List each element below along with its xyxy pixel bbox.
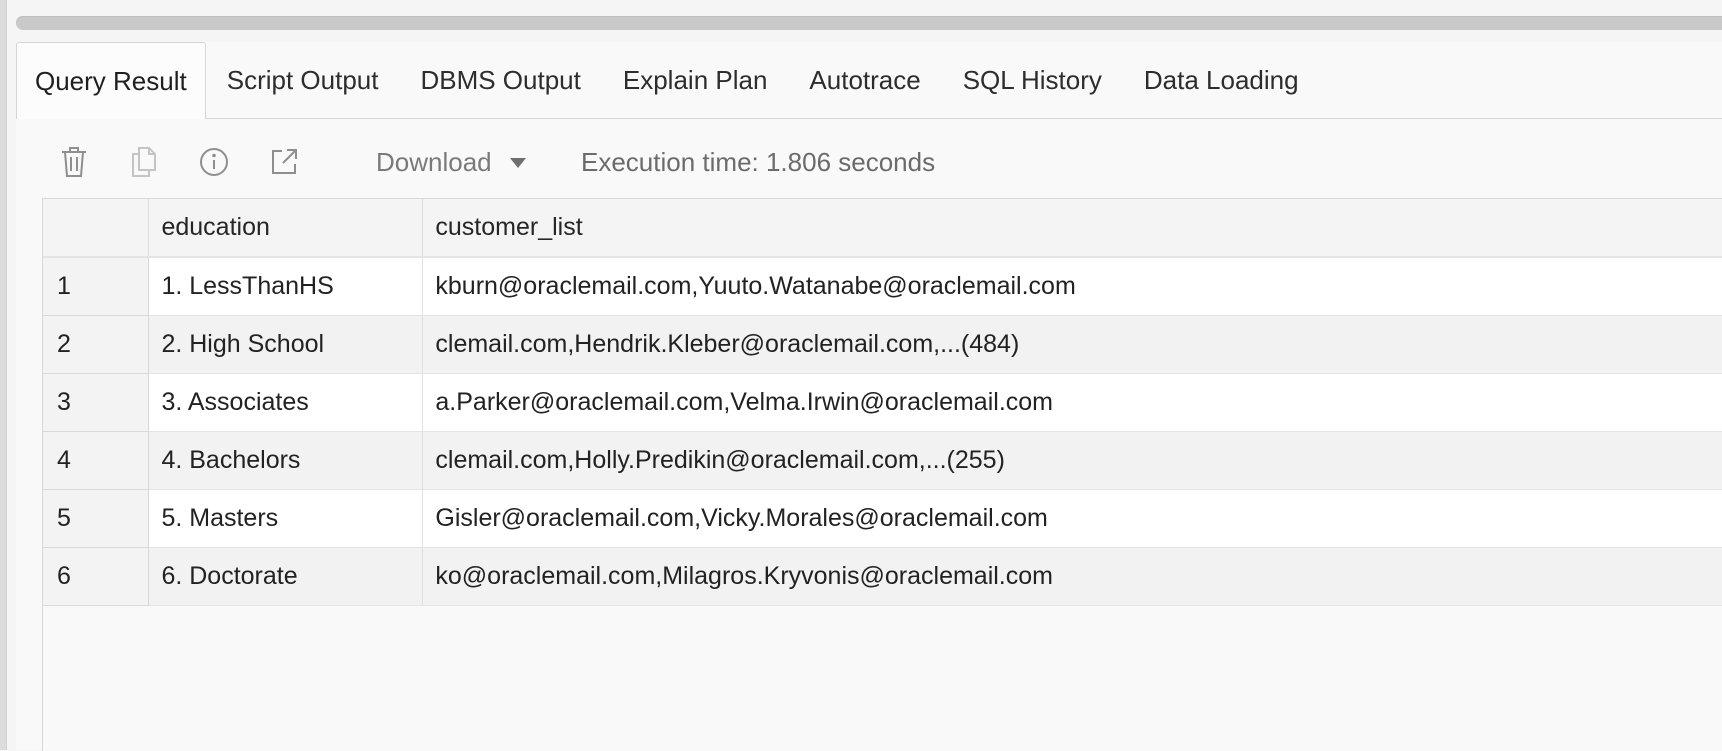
- customer-list-cell[interactable]: clemail.com,Hendrik.Kleber@oraclemail.co…: [422, 315, 1722, 374]
- row-number: 2: [43, 315, 150, 374]
- table-row[interactable]: 4 4. Bachelors clemail.com,Holly.Prediki…: [43, 431, 1722, 490]
- copy-icon: [122, 140, 166, 184]
- tab-data-loading[interactable]: Data Loading: [1123, 42, 1320, 118]
- row-number: 5: [43, 489, 150, 548]
- caret-down-icon: [509, 158, 526, 168]
- column-header-customer-list[interactable]: customer_list: [422, 199, 1722, 258]
- tab-query-result[interactable]: Query Result: [16, 42, 206, 119]
- tab-dbms-output[interactable]: DBMS Output: [399, 42, 601, 118]
- results-toolbar: Download Execution time: 1.806 seconds: [16, 122, 1722, 202]
- trash-icon[interactable]: [52, 140, 96, 184]
- row-number: 4: [43, 431, 150, 490]
- row-number: 6: [43, 547, 150, 606]
- table-row[interactable]: 5 5. Masters Gisler@oraclemail.com,Vicky…: [43, 489, 1722, 548]
- results-table: education customer_list 1 1. LessThanHS …: [43, 199, 1722, 606]
- header-row: education customer_list: [43, 199, 1722, 258]
- horizontal-scrollbar[interactable]: [16, 16, 1722, 30]
- customer-list-cell[interactable]: clemail.com,Holly.Predikin@oraclemail.co…: [422, 431, 1722, 490]
- download-dropdown[interactable]: Download: [376, 140, 526, 184]
- table-row[interactable]: 6 6. Doctorate ko@oraclemail.com,Milagro…: [43, 547, 1722, 606]
- tab-explain-plan[interactable]: Explain Plan: [602, 42, 789, 118]
- results-panel: Query Result Script Output DBMS Output E…: [16, 42, 1722, 751]
- results-tabs: Query Result Script Output DBMS Output E…: [16, 42, 1722, 119]
- table-row[interactable]: 2 2. High School clemail.com,Hendrik.Kle…: [43, 315, 1722, 374]
- education-cell[interactable]: 4. Bachelors: [148, 431, 424, 490]
- tab-sql-history[interactable]: SQL History: [942, 42, 1123, 118]
- tab-autotrace[interactable]: Autotrace: [788, 42, 941, 118]
- education-cell[interactable]: 3. Associates: [148, 373, 424, 432]
- education-cell[interactable]: 6. Doctorate: [148, 547, 424, 606]
- education-cell[interactable]: 5. Masters: [148, 489, 424, 548]
- customer-list-cell[interactable]: Gisler@oraclemail.com,Vicky.Morales@orac…: [422, 489, 1722, 548]
- row-number-header: [43, 199, 150, 258]
- tab-script-output[interactable]: Script Output: [206, 42, 400, 118]
- column-header-education[interactable]: education: [148, 199, 424, 258]
- left-panel-edge: [0, 0, 7, 750]
- open-external-icon[interactable]: [262, 140, 306, 184]
- customer-list-cell[interactable]: ko@oraclemail.com,Milagros.Kryvonis@orac…: [422, 547, 1722, 606]
- execution-time: Execution time: 1.806 seconds: [581, 146, 936, 177]
- results-grid: education customer_list 1 1. LessThanHS …: [42, 198, 1722, 751]
- customer-list-cell[interactable]: kburn@oraclemail.com,Yuuto.Watanabe@orac…: [422, 257, 1722, 316]
- education-cell[interactable]: 1. LessThanHS: [148, 257, 424, 316]
- table-row[interactable]: 1 1. LessThanHS kburn@oraclemail.com,Yuu…: [43, 257, 1722, 316]
- customer-list-cell[interactable]: a.Parker@oraclemail.com,Velma.Irwin@orac…: [422, 373, 1722, 432]
- info-icon[interactable]: [192, 140, 236, 184]
- table-row[interactable]: 3 3. Associates a.Parker@oraclemail.com,…: [43, 373, 1722, 432]
- download-label: Download: [376, 146, 492, 177]
- row-number: 3: [43, 373, 150, 432]
- row-number: 1: [43, 257, 150, 316]
- education-cell[interactable]: 2. High School: [148, 315, 424, 374]
